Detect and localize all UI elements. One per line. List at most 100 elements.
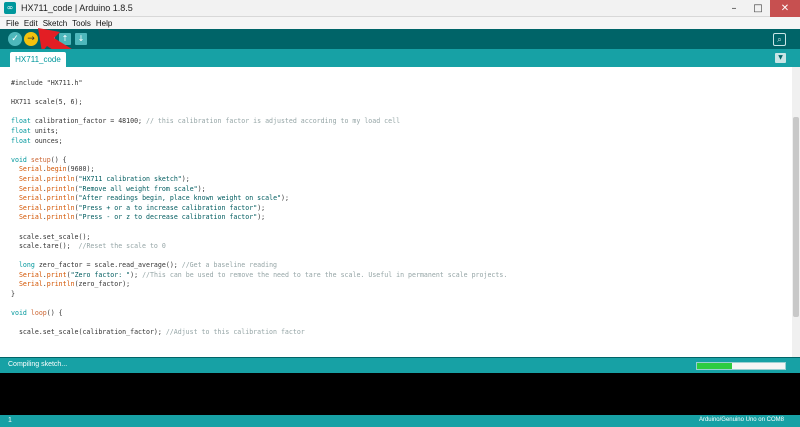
code-token: println <box>46 213 75 222</box>
toolbar: ✓ → ▫ ↑ ↓ ⌕ <box>0 29 800 49</box>
code-line[interactable] <box>11 319 507 329</box>
code-token: (9600); <box>66 165 95 174</box>
code-line[interactable]: Serial.println("Press - or z to decrease… <box>11 213 507 223</box>
code-token: // this calibration factor is adjusted a… <box>145 117 401 126</box>
board-port-label: Arduino/Genuino Uno on COM8 <box>698 417 784 423</box>
code-line[interactable]: #include "HX711.h" <box>11 79 507 89</box>
upload-button[interactable]: → <box>24 32 38 46</box>
code-line[interactable]: Serial.println("Press + or a to increase… <box>11 204 507 214</box>
menu-tools[interactable]: Tools <box>72 19 91 28</box>
code-token: //Get a baseline reading <box>181 261 278 270</box>
code-line[interactable]: scale.tare(); //Reset the scale to 0 <box>11 242 507 252</box>
code-line[interactable]: void loop() { <box>11 309 507 319</box>
maximize-button[interactable]: □ <box>746 0 770 17</box>
code-token: Serial <box>18 213 43 222</box>
code-token: "HX711 calibration sketch" <box>78 174 182 183</box>
code-token: "Press + or a to increase calibration fa… <box>78 203 258 212</box>
code-line[interactable]: Serial.print("Zero factor: "); //This ca… <box>11 271 507 281</box>
code-token: float <box>11 117 31 126</box>
code-line[interactable]: long zero_factor = scale.read_average();… <box>11 261 507 271</box>
code-token: long <box>18 261 35 270</box>
code-line[interactable]: scale.set_scale(); <box>11 233 507 243</box>
code-line[interactable]: scale.set_scale(calibration_factor); //A… <box>11 328 507 338</box>
code-token: scale.tare(); <box>11 242 79 251</box>
code-token: ); <box>257 203 266 212</box>
close-button[interactable]: ✕ <box>770 0 800 17</box>
code-editor[interactable]: #include "HX711.h" HX711 scale(5, 6); floa… <box>0 67 800 357</box>
footer-bar: 1 Arduino/Genuino Uno on COM8 <box>0 415 800 427</box>
code-line[interactable]: } <box>11 290 507 300</box>
code-token: scale.set_scale(calibration_factor); <box>11 328 166 337</box>
code-token: "Zero factor: " <box>70 270 131 279</box>
code-line[interactable]: HX711 scale(5, 6); <box>11 98 507 108</box>
code-token: void <box>11 309 27 318</box>
code-line[interactable] <box>11 223 507 233</box>
verify-button[interactable]: ✓ <box>8 32 22 46</box>
window-title: HX711_code | Arduino 1.8.5 <box>21 3 133 13</box>
code-line[interactable]: Serial.println("After readings begin, pl… <box>11 194 507 204</box>
code-line[interactable]: Serial.begin(9600); <box>11 165 507 175</box>
code-token: Serial <box>18 194 43 203</box>
tab-hx711-code[interactable]: HX711_code <box>10 52 66 67</box>
code-token: ounces; <box>30 136 63 145</box>
code-token: (zero_factor); <box>74 280 131 289</box>
code-line[interactable]: Serial.println(zero_factor); <box>11 280 507 290</box>
code-line[interactable]: Serial.println("Remove all weight from s… <box>11 185 507 195</box>
code-token: Serial <box>18 174 43 183</box>
code-token: "After readings begin, place known weigh… <box>78 194 282 203</box>
code-token: zero_factor = scale.read_average(); <box>34 261 182 270</box>
arduino-logo-icon: ∞ <box>4 2 16 14</box>
code-token: float <box>11 126 31 135</box>
serial-monitor-button[interactable]: ⌕ <box>773 33 786 46</box>
code-line[interactable] <box>11 300 507 310</box>
minimize-button[interactable]: – <box>722 0 746 17</box>
code-line[interactable] <box>11 252 507 262</box>
progress-fill <box>697 363 733 369</box>
tab-bar: HX711_code ▼ <box>0 49 800 67</box>
code-token: "Press - or z to decrease calibration fa… <box>78 213 258 222</box>
line-number: 1 <box>8 417 12 424</box>
code-token: Serial <box>18 203 43 212</box>
vertical-scrollbar[interactable] <box>792 67 800 357</box>
console-output[interactable] <box>0 373 800 415</box>
code-line[interactable]: float units; <box>11 127 507 137</box>
code-token: ); <box>181 174 190 183</box>
code-token: //Adjust to this calibration factor <box>165 328 305 337</box>
code-token: setup <box>30 155 51 164</box>
code-token: } <box>11 290 15 299</box>
code-token: loop <box>30 309 47 318</box>
menu-edit[interactable]: Edit <box>24 19 38 28</box>
menu-file[interactable]: File <box>6 19 19 28</box>
code-token: () { <box>46 309 63 318</box>
code-token: begin <box>46 165 67 174</box>
tab-menu-chevron-down-icon[interactable]: ▼ <box>775 53 786 63</box>
code-content[interactable]: #include "HX711.h" HX711 scale(5, 6); floa… <box>11 79 507 338</box>
code-token: units; <box>30 126 59 135</box>
title-bar: ∞ HX711_code | Arduino 1.8.5 – □ ✕ <box>0 0 800 17</box>
code-line[interactable] <box>11 89 507 99</box>
code-token: ); <box>130 270 143 279</box>
code-line[interactable] <box>11 108 507 118</box>
code-token: "Remove all weight from scale" <box>78 184 198 193</box>
code-token: ); <box>197 184 206 193</box>
code-token: Serial <box>18 270 43 279</box>
code-line[interactable]: float ounces; <box>11 137 507 147</box>
code-token: ); <box>257 213 266 222</box>
scrollbar-thumb[interactable] <box>793 117 799 317</box>
code-token: float <box>11 136 31 145</box>
menu-help[interactable]: Help <box>96 19 112 28</box>
code-line[interactable]: void setup() { <box>11 156 507 166</box>
code-line[interactable]: Serial.println("HX711 calibration sketch… <box>11 175 507 185</box>
code-token: void <box>11 155 27 164</box>
code-line[interactable] <box>11 146 507 156</box>
code-token: #include "HX711.h" <box>11 79 83 87</box>
menu-sketch[interactable]: Sketch <box>43 19 67 28</box>
code-line[interactable]: float calibration_factor = 48100; // thi… <box>11 117 507 127</box>
